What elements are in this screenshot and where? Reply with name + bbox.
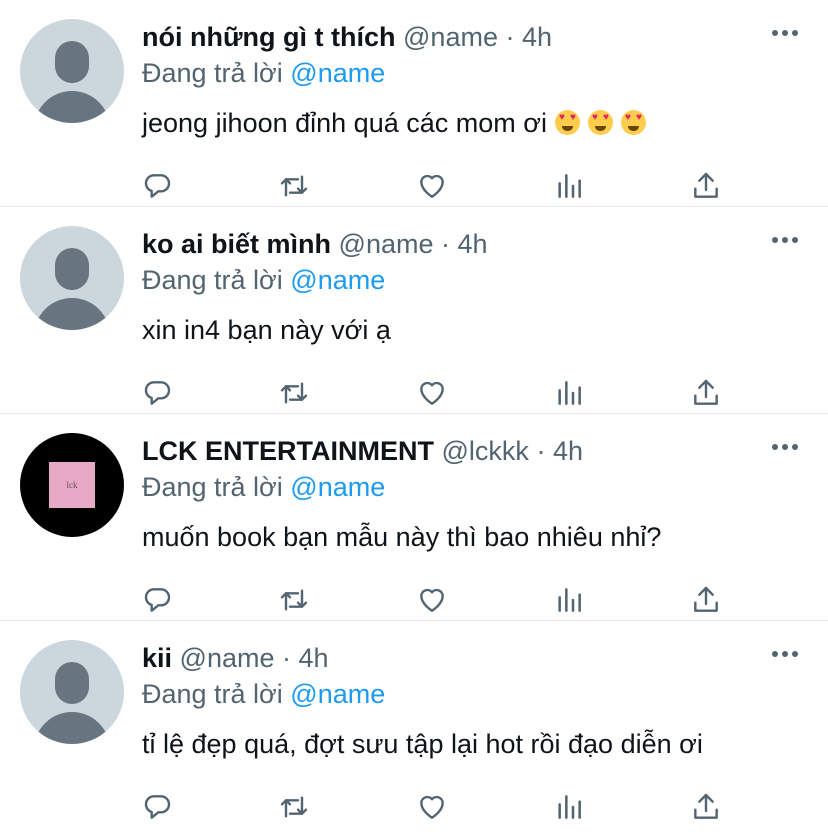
more-options-icon[interactable]	[772, 29, 798, 37]
tweet-item[interactable]: lck LCK ENTERTAINMENT @lckkk · 4h Đang t…	[0, 414, 828, 621]
timestamp[interactable]: 4h	[299, 643, 329, 673]
lck-logo-avatar[interactable]: lck	[20, 433, 124, 537]
display-name[interactable]: LCK ENTERTAINMENT	[142, 436, 434, 466]
tweet-content: ko ai biết mình @name · 4h Đang trả lời …	[142, 226, 798, 349]
replying-to: Đang trả lời @name	[142, 262, 798, 298]
tweet-text: muốn book bạn mẫu này thì bao nhiêu nhỉ?	[142, 522, 662, 552]
default-avatar[interactable]	[20, 226, 124, 330]
replying-to: Đang trả lời @name	[142, 469, 798, 505]
reply-icon[interactable]	[141, 584, 177, 620]
reply-feed: nói những gì t thích @name · 4h Đang trả…	[0, 0, 828, 828]
tweet-header: LCK ENTERTAINMENT @lckkk · 4h	[142, 433, 798, 469]
display-name[interactable]: nói những gì t thích	[142, 22, 396, 52]
share-icon[interactable]	[690, 791, 726, 827]
retweet-icon[interactable]	[278, 791, 314, 827]
avatar-head-shape	[55, 662, 89, 704]
replying-to-label: Đang trả lời	[142, 58, 283, 88]
retweet-icon[interactable]	[278, 584, 314, 620]
timestamp[interactable]: 4h	[522, 22, 552, 52]
avatar-body-shape	[34, 91, 110, 123]
reply-icon[interactable]	[141, 791, 177, 827]
timestamp[interactable]: 4h	[553, 436, 583, 466]
timestamp[interactable]: 4h	[458, 229, 488, 259]
display-name[interactable]: kii	[142, 643, 172, 673]
avatar-head-shape	[55, 41, 89, 83]
share-icon[interactable]	[690, 170, 726, 206]
heart-eyes-emoji-icon	[554, 110, 580, 135]
analytics-icon[interactable]	[553, 377, 589, 413]
like-icon[interactable]	[416, 170, 452, 206]
tweet-content: nói những gì t thích @name · 4h Đang trả…	[142, 19, 798, 142]
tweet-actions	[0, 791, 828, 827]
share-icon[interactable]	[690, 584, 726, 620]
replying-to: Đang trả lời @name	[142, 676, 798, 712]
tweet-header: nói những gì t thích @name · 4h	[142, 19, 798, 55]
tweet-actions	[0, 584, 828, 620]
mention-link[interactable]: @name	[290, 679, 385, 709]
replying-to-label: Đang trả lời	[142, 265, 283, 295]
tweet-actions	[0, 170, 828, 206]
separator: ·	[505, 22, 515, 52]
separator: ·	[536, 436, 546, 466]
avatar-body-shape	[34, 712, 110, 744]
replying-to-label: Đang trả lời	[142, 472, 283, 502]
default-avatar[interactable]	[20, 640, 124, 744]
handle[interactable]: @name	[403, 22, 498, 52]
replying-to-label: Đang trả lời	[142, 679, 283, 709]
separator: ·	[441, 229, 451, 259]
like-icon[interactable]	[416, 791, 452, 827]
separator: ·	[282, 643, 292, 673]
avatar-head-shape	[55, 248, 89, 290]
default-avatar[interactable]	[20, 19, 124, 123]
analytics-icon[interactable]	[553, 584, 589, 620]
mention-link[interactable]: @name	[290, 58, 385, 88]
heart-eyes-emoji-icon	[620, 110, 646, 135]
share-icon[interactable]	[690, 377, 726, 413]
tweet-text: xin in4 bạn này với ạ	[142, 315, 391, 345]
tweet-actions	[0, 377, 828, 413]
reply-icon[interactable]	[141, 377, 177, 413]
avatar-body-shape	[34, 298, 110, 330]
more-options-icon[interactable]	[772, 650, 798, 658]
analytics-icon[interactable]	[553, 791, 589, 827]
handle[interactable]: @name	[180, 643, 275, 673]
tweet-text: jeong jihoon đỉnh quá các mom ơi	[142, 104, 798, 142]
mention-link[interactable]: @name	[290, 472, 385, 502]
tweet-header: ko ai biết mình @name · 4h	[142, 226, 798, 262]
reply-icon[interactable]	[141, 170, 177, 206]
replying-to: Đang trả lời @name	[142, 55, 798, 91]
tweet-header: kii @name · 4h	[142, 640, 798, 676]
like-icon[interactable]	[416, 377, 452, 413]
tweet-item[interactable]: ko ai biết mình @name · 4h Đang trả lời …	[0, 207, 828, 414]
tweet-item[interactable]: kii @name · 4h Đang trả lời @name tỉ lệ …	[0, 621, 828, 828]
like-icon[interactable]	[416, 584, 452, 620]
handle[interactable]: @name	[339, 229, 434, 259]
tweet-text-body: jeong jihoon đỉnh quá các mom ơi	[142, 108, 547, 138]
handle[interactable]: @lckkk	[442, 436, 529, 466]
tweet-text: tỉ lệ đẹp quá, đợt sưu tập lại hot rồi đ…	[142, 729, 703, 759]
heart-eyes-emoji-icon	[587, 110, 613, 135]
analytics-icon[interactable]	[553, 170, 589, 206]
tweet-content: kii @name · 4h Đang trả lời @name tỉ lệ …	[142, 640, 798, 763]
lck-logo-square: lck	[49, 462, 95, 508]
tweet-content: LCK ENTERTAINMENT @lckkk · 4h Đang trả l…	[142, 433, 798, 556]
mention-link[interactable]: @name	[290, 265, 385, 295]
more-options-icon[interactable]	[772, 236, 798, 244]
retweet-icon[interactable]	[278, 170, 314, 206]
display-name[interactable]: ko ai biết mình	[142, 229, 331, 259]
retweet-icon[interactable]	[278, 377, 314, 413]
tweet-item[interactable]: nói những gì t thích @name · 4h Đang trả…	[0, 0, 828, 207]
more-options-icon[interactable]	[772, 443, 798, 451]
